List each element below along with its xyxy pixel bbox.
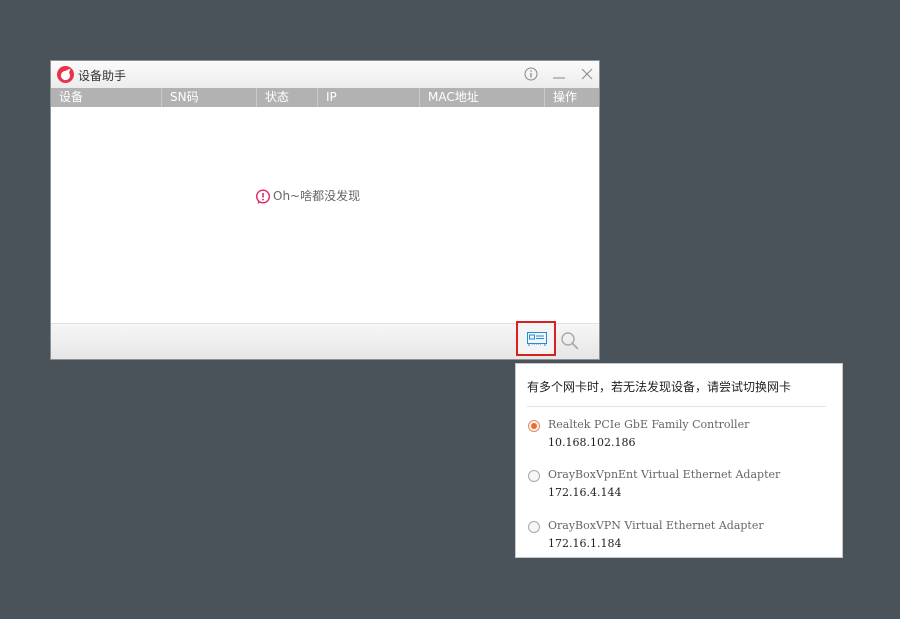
device-assistant-window: 设备助手 设备 SN码 状态 IP MAC地址 操作 Oh~啥都没发现 bbox=[50, 60, 600, 360]
info-icon[interactable] bbox=[521, 65, 541, 83]
title-bar[interactable]: 设备助手 bbox=[51, 61, 599, 88]
column-header-ip[interactable]: IP bbox=[317, 88, 419, 107]
popup-title: 有多个网卡时，若无法发现设备，请尝试切换网卡 bbox=[527, 380, 792, 394]
adapter-name: OrayBoxVPN Virtual Ethernet Adapter bbox=[548, 519, 764, 532]
network-card-icon bbox=[527, 332, 547, 346]
adapter-name: Realtek PCIe GbE Family Controller bbox=[548, 418, 750, 431]
column-header-sn[interactable]: SN码 bbox=[161, 88, 256, 107]
close-icon[interactable] bbox=[577, 65, 597, 83]
network-adapter-popup: 有多个网卡时，若无法发现设备，请尝试切换网卡 Realtek PCIe GbE … bbox=[515, 363, 843, 558]
app-logo-icon bbox=[57, 66, 74, 83]
bottom-toolbar bbox=[51, 321, 599, 359]
divider bbox=[527, 406, 826, 407]
column-header-mac[interactable]: MAC地址 bbox=[419, 88, 544, 107]
switch-network-card-button[interactable] bbox=[516, 321, 556, 356]
adapter-ip: 172.16.1.184 bbox=[548, 537, 622, 550]
adapter-radio-selected[interactable] bbox=[528, 420, 540, 432]
adapter-ip: 10.168.102.186 bbox=[548, 436, 636, 449]
adapter-name: OrayBoxVpnEnt Virtual Ethernet Adapter bbox=[548, 468, 781, 481]
adapter-radio[interactable] bbox=[528, 521, 540, 533]
column-header-action[interactable]: 操作 bbox=[544, 88, 599, 107]
table-header: 设备 SN码 状态 IP MAC地址 操作 bbox=[51, 88, 599, 107]
window-title: 设备助手 bbox=[78, 69, 127, 83]
empty-state: Oh~啥都没发现 bbox=[255, 188, 360, 204]
adapter-ip: 172.16.4.144 bbox=[548, 486, 622, 499]
adapter-radio[interactable] bbox=[528, 470, 540, 482]
column-header-device[interactable]: 设备 bbox=[51, 88, 161, 107]
minimize-icon[interactable] bbox=[549, 65, 569, 83]
search-icon[interactable] bbox=[560, 331, 580, 351]
column-header-status[interactable]: 状态 bbox=[256, 88, 317, 107]
empty-message: Oh~啥都没发现 bbox=[273, 189, 361, 203]
warning-bubble-icon bbox=[255, 188, 271, 204]
